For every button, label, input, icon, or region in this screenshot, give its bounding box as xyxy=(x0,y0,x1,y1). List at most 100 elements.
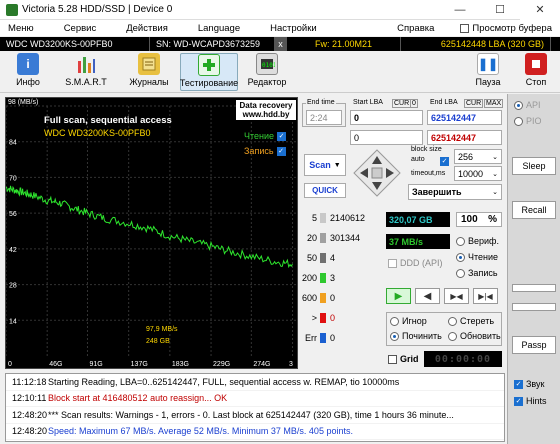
scan-dropdown-icon: ▼ xyxy=(333,161,341,169)
sleep-button[interactable]: Sleep xyxy=(512,157,556,175)
menu-item-actions[interactable]: Действия xyxy=(118,23,176,34)
svg-text:0101: 0101 xyxy=(262,62,275,69)
write-radio[interactable]: Запись xyxy=(456,268,498,278)
read-legend-check-icon: ✓ xyxy=(277,131,287,141)
timeout-value: 10000 xyxy=(458,168,484,179)
stop-button-label: Стоп xyxy=(525,77,547,87)
passp-button[interactable]: Passp xyxy=(512,336,556,354)
extra-button-2[interactable] xyxy=(512,303,556,311)
menu-item-menu[interactable]: Меню xyxy=(0,23,42,34)
read-radio[interactable]: Чтение xyxy=(456,252,498,262)
timeout-label: timeout,ms xyxy=(410,170,447,177)
grid-box xyxy=(388,354,397,364)
elapsed-timer: 00:00:00 xyxy=(424,351,502,367)
info-button[interactable]: i Инфо xyxy=(10,53,46,91)
grid-label: Grid xyxy=(400,354,419,364)
erase-radio[interactable]: Стереть xyxy=(448,316,494,326)
ignore-radio[interactable]: Игнор xyxy=(390,316,427,326)
recovery-banner[interactable]: Data recovery www.hdd.by xyxy=(236,100,296,120)
api-radio[interactable]: API xyxy=(514,100,541,110)
timeout-select[interactable]: 10000 ⌄ xyxy=(454,166,502,181)
x-tick-label: 0 xyxy=(8,361,12,368)
stop-button[interactable]: Стоп xyxy=(518,53,554,91)
stop-icon xyxy=(525,53,547,75)
minimize-button[interactable]: — xyxy=(440,0,480,20)
pio-radio-label: PIO xyxy=(526,116,542,126)
sound-checkbox[interactable]: ✓ Звук xyxy=(514,379,544,389)
block-stat-row: 200 3 xyxy=(300,273,380,283)
repair-radio[interactable]: Починить xyxy=(390,331,442,341)
x-tick-label: 229G xyxy=(213,361,230,368)
menu-item-service[interactable]: Сервис xyxy=(56,23,105,34)
progress-percent-sign: % xyxy=(488,214,497,225)
block-stat-row: 5 2140612 xyxy=(300,213,380,223)
maximize-button[interactable]: ☐ xyxy=(480,0,520,20)
back-icon: ◀ xyxy=(423,290,432,302)
device-model: WDC WD3200KS-00PFB0 xyxy=(0,37,150,51)
log-panel[interactable]: 11:12:18 Starting Reading, LBA=0..6251424… xyxy=(5,373,505,442)
block-stat-threshold: Err xyxy=(305,333,317,343)
smart-button[interactable]: S.M.A.R.T xyxy=(60,53,112,91)
repair-radio-label: Починить xyxy=(402,331,442,341)
cur-button[interactable]: CUR xyxy=(392,99,412,108)
y-tick-label: 70 xyxy=(9,175,17,182)
read-radio-dot xyxy=(456,252,465,262)
log-time: 12:48:20 xyxy=(12,409,48,420)
end-action-select[interactable]: Завершить ⌄ xyxy=(408,184,502,200)
verify-radio[interactable]: Вериф. xyxy=(456,236,499,246)
skip-end-button[interactable]: ▶|◀ xyxy=(473,288,498,304)
quick-button[interactable]: QUICK xyxy=(304,183,346,198)
menu-item-help[interactable]: Справка xyxy=(389,23,442,34)
auto-label: auto xyxy=(410,156,426,163)
journals-button-label: Журналы xyxy=(129,77,169,87)
navigation-pad[interactable] xyxy=(352,148,402,198)
block-size-select[interactable]: 256 ⌄ xyxy=(454,149,502,164)
close-button[interactable]: ✕ xyxy=(520,0,560,20)
refresh-radio-dot xyxy=(448,331,457,341)
testing-button[interactable]: Тестирование xyxy=(180,53,238,91)
verify-radio-label: Вериф. xyxy=(468,236,499,246)
refresh-radio[interactable]: Обновить xyxy=(448,331,501,341)
journals-button[interactable]: Журналы xyxy=(128,53,170,91)
auto-check-icon[interactable]: ✓ xyxy=(440,157,449,166)
device-firmware: Fw: 21.00M21 xyxy=(287,37,401,51)
api-radio-dot xyxy=(514,100,523,110)
rewind-button[interactable]: ◀ xyxy=(415,288,440,304)
play-button[interactable]: ▶ xyxy=(386,288,411,304)
menu-item-language[interactable]: Language xyxy=(190,23,248,34)
y-tick-label: 28 xyxy=(9,283,17,290)
zero-button[interactable]: 0 xyxy=(410,99,418,108)
write-legend[interactable]: Запись ✓ xyxy=(244,146,286,156)
log-time: 12:48:20 xyxy=(12,426,48,437)
extra-button-1[interactable] xyxy=(512,284,556,292)
window-title: Victoria 5.28 HDD/SSD | Device 0 xyxy=(22,4,173,15)
block-stat-color-icon xyxy=(320,273,326,283)
device-info-bar: WDC WD3200KS-00PFB0 SN: WD-WCAPD3673259 … xyxy=(0,37,560,51)
buffer-view-checkbox[interactable] xyxy=(460,23,470,33)
menu-item-settings[interactable]: Настройки xyxy=(262,23,325,34)
editor-icon: 0101 xyxy=(256,53,278,75)
log-time: 11:12:18 xyxy=(12,376,47,387)
close-device-button[interactable]: x xyxy=(275,37,287,51)
api-radio-label: API xyxy=(526,100,541,110)
block-stat-color-icon xyxy=(320,253,326,263)
journals-icon xyxy=(138,53,160,75)
end-lba-field[interactable]: 625142447 xyxy=(427,110,502,125)
testing-icon xyxy=(198,54,220,76)
start-lba-field[interactable]: 0 xyxy=(350,110,423,125)
end-time-field[interactable]: 2:24 xyxy=(306,110,342,125)
editor-button[interactable]: 0101 Редактор xyxy=(246,53,288,91)
recall-button[interactable]: Recall xyxy=(512,201,556,219)
x-tick-label: 91G xyxy=(89,361,102,368)
skip-back-button[interactable]: ▶◀ xyxy=(444,288,469,304)
read-legend[interactable]: Чтение ✓ xyxy=(244,131,287,141)
grid-checkbox[interactable]: Grid xyxy=(388,354,419,364)
pause-button[interactable]: ❚❚ Пауза xyxy=(470,53,506,91)
max-button[interactable]: MAX xyxy=(484,99,504,108)
pio-radio[interactable]: PIO xyxy=(514,116,542,126)
progress-percent: 100% xyxy=(456,212,502,227)
cur-end-button[interactable]: CUR xyxy=(464,99,484,108)
scan-button[interactable]: Scan ▼ xyxy=(304,154,346,176)
ddd-api-checkbox[interactable]: DDD (API) xyxy=(388,258,443,268)
hints-checkbox[interactable]: ✓ Hints xyxy=(514,396,547,406)
